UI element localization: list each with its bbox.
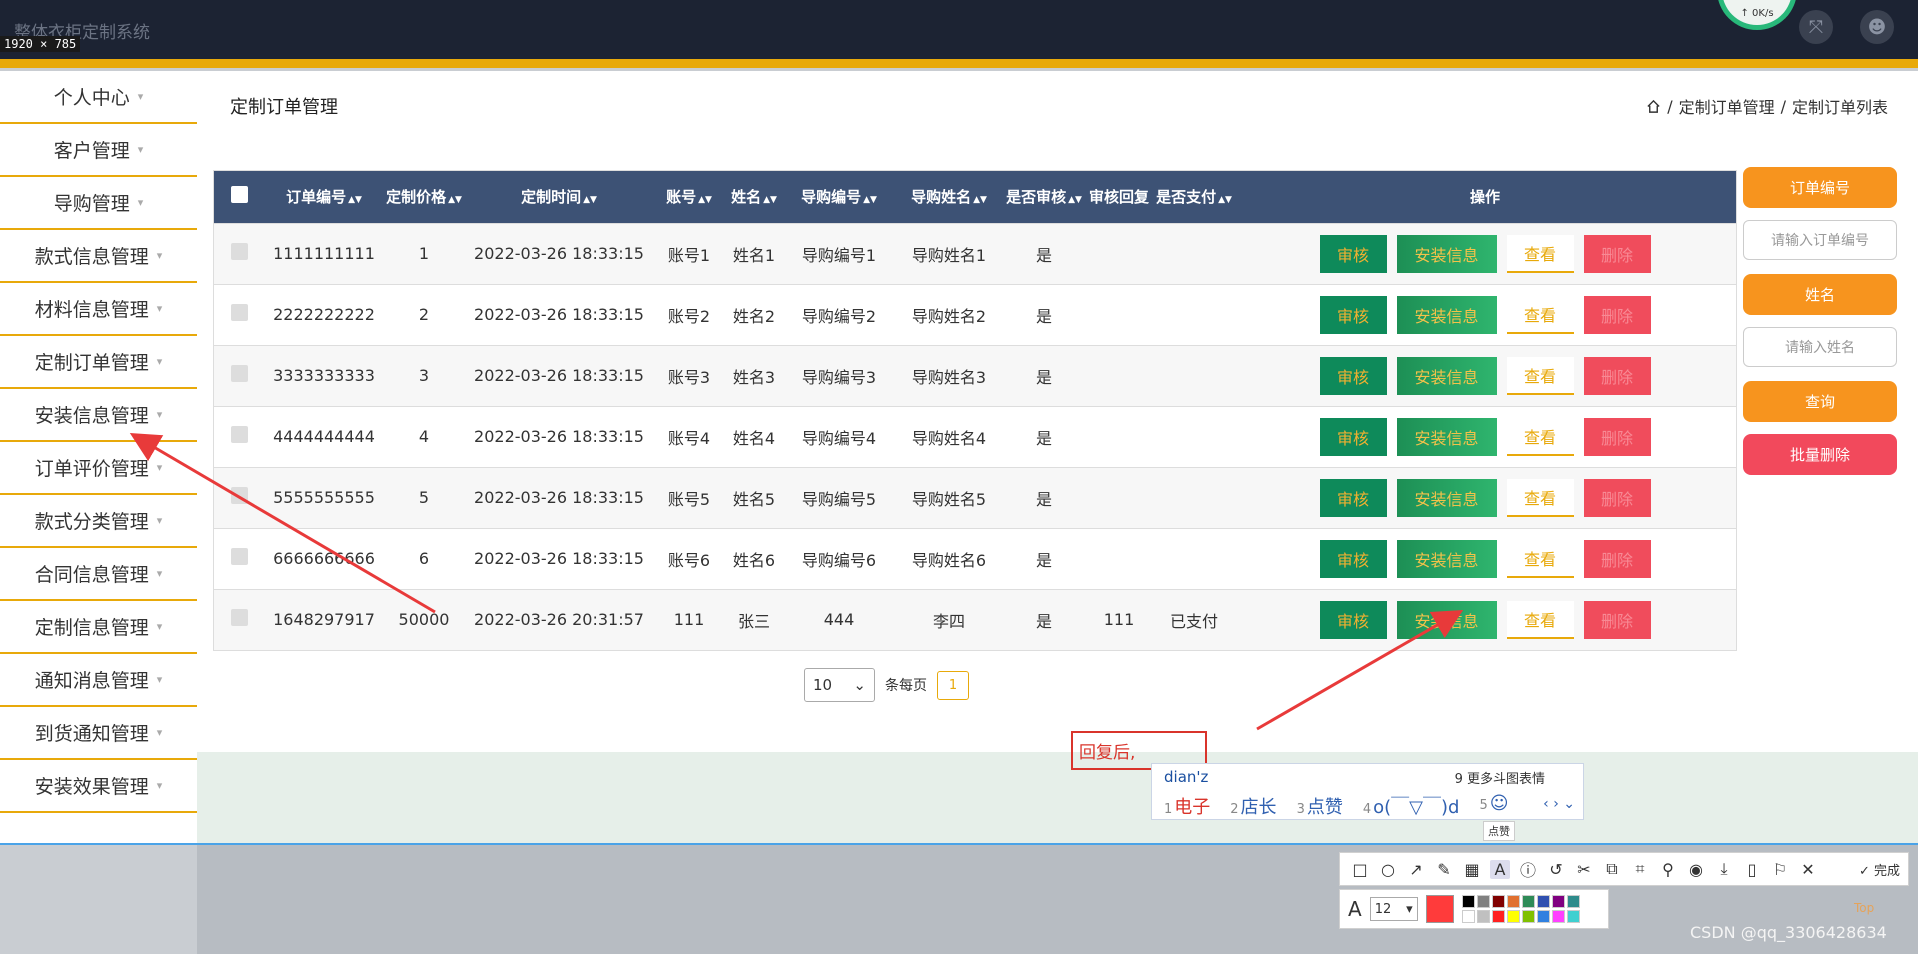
ocr-icon[interactable]: ⌗ xyxy=(1630,859,1650,879)
color-swatch[interactable] xyxy=(1566,910,1580,923)
record-icon[interactable]: ◉ xyxy=(1686,860,1706,879)
ime-candidate[interactable]: 5 ☺ xyxy=(1479,793,1508,819)
rectangle-icon[interactable]: □ xyxy=(1350,860,1370,879)
pencil-icon[interactable]: ✎ xyxy=(1434,860,1454,879)
color-swatch[interactable] xyxy=(1521,910,1535,923)
ime-tooltip: 点赞 xyxy=(1483,821,1515,841)
annotation-arrows xyxy=(129,432,1464,731)
ime-candidate-text: o(￣▽￣)d xyxy=(1373,797,1460,818)
color-swatch[interactable] xyxy=(1491,910,1505,923)
color-swatch[interactable] xyxy=(1461,910,1475,923)
circle-icon[interactable]: ○ xyxy=(1378,860,1398,879)
color-swatch[interactable] xyxy=(1461,895,1475,908)
annotation-arrow xyxy=(129,432,436,614)
color-swatch[interactable] xyxy=(1536,895,1550,908)
ime-candidate[interactable]: 2 店长 xyxy=(1230,793,1276,819)
done-button[interactable]: ✓ 完成 xyxy=(1859,860,1900,879)
info-icon[interactable]: ⓘ xyxy=(1518,857,1538,881)
ime-candidate-text: ☺ xyxy=(1489,793,1509,814)
download-icon[interactable]: ⤓ xyxy=(1714,859,1734,879)
ime-candidate[interactable]: 4 o(￣▽￣)d xyxy=(1363,793,1460,819)
color-swatch[interactable] xyxy=(1506,895,1520,908)
ime-candidates: 1 电子 2 店长 3 点赞 4 o(￣▽￣)d 5 ☺ xyxy=(1164,793,1509,819)
annotation-arrow xyxy=(1256,610,1464,731)
mosaic-icon[interactable]: ▦ xyxy=(1462,860,1482,879)
ime-candidate-text: 点赞 xyxy=(1306,797,1343,818)
ime-candidate[interactable]: 3 点赞 xyxy=(1297,793,1343,819)
current-color-swatch[interactable] xyxy=(1425,895,1454,923)
watermark: CSDN @qq_3306428634 xyxy=(1690,923,1887,942)
color-swatch[interactable] xyxy=(1521,895,1535,908)
ime-candidate-index: 2 xyxy=(1230,802,1239,817)
ime-page-nav[interactable]: ‹ › ⌄ xyxy=(1543,796,1575,812)
ime-candidate[interactable]: 1 电子 xyxy=(1164,793,1210,819)
ime-candidate-index: 5 xyxy=(1479,798,1488,813)
ime-more-stickers[interactable]: 9 更多斗图表情 xyxy=(1455,768,1545,787)
translate-icon[interactable]: ⧉ xyxy=(1602,859,1622,879)
font-size-value: 12 xyxy=(1374,901,1392,917)
undo-icon[interactable]: ↺ xyxy=(1546,860,1566,879)
ime-candidate-text: 电子 xyxy=(1174,797,1211,818)
phone-icon[interactable]: ▯ xyxy=(1742,860,1762,879)
color-swatch[interactable] xyxy=(1536,910,1550,923)
font-size-select[interactable]: 12 ▾ xyxy=(1369,897,1418,921)
color-swatch[interactable] xyxy=(1506,910,1520,923)
color-swatch[interactable] xyxy=(1476,895,1490,908)
chevron-down-icon: ▾ xyxy=(1406,901,1413,917)
bookmark-icon[interactable]: ⚐ xyxy=(1770,860,1790,879)
color-swatch[interactable] xyxy=(1491,895,1505,908)
color-swatch[interactable] xyxy=(1476,910,1490,923)
snip-style-bar: A 12 ▾ xyxy=(1339,889,1609,929)
color-palette xyxy=(1461,895,1580,923)
back-to-top-button[interactable]: Top xyxy=(1854,901,1874,915)
ime-input-text: dian'z xyxy=(1164,768,1209,786)
close-icon[interactable]: ✕ xyxy=(1798,860,1818,879)
scissors-icon[interactable]: ✂ xyxy=(1574,860,1594,879)
font-icon: A xyxy=(1348,897,1362,921)
ime-candidate-window: dian'z 9 更多斗图表情 1 电子 2 店长 3 点赞 4 o(￣▽￣)d 5 ☺ ‹ › … xyxy=(1151,763,1584,820)
ime-candidate-text: 店长 xyxy=(1240,797,1277,818)
text-tool-icon[interactable]: A xyxy=(1490,859,1510,879)
color-swatch[interactable] xyxy=(1551,895,1565,908)
ime-candidate-index: 4 xyxy=(1362,802,1372,817)
ime-candidate-index: 1 xyxy=(1164,802,1173,817)
color-swatch[interactable] xyxy=(1566,895,1580,908)
pin-icon[interactable]: ⚲ xyxy=(1658,860,1678,879)
color-swatch[interactable] xyxy=(1551,910,1565,923)
arrow-icon[interactable]: ↗ xyxy=(1406,860,1426,879)
done-label: 完成 xyxy=(1873,863,1900,879)
snip-toolbar: □ ○ ↗ ✎ ▦ A ⓘ ↺ ✂ ⧉ ⌗ ⚲ ◉ ⤓ ▯ ⚐ ✕ ✓ 完成 xyxy=(1339,852,1909,886)
ime-candidate-index: 3 xyxy=(1296,802,1305,817)
